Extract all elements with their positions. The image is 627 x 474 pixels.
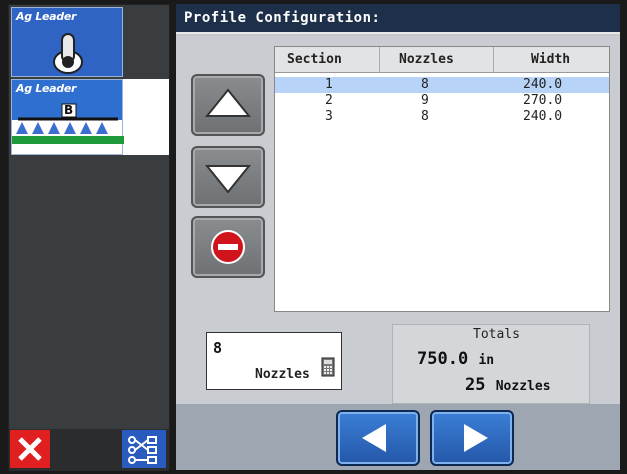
delete-section-button[interactable] [191, 216, 265, 278]
main-panel: Profile Configuration: Section Nozzles W… [176, 4, 620, 470]
totals-panel: Totals 750.0 in 25 Nozzles [392, 324, 590, 404]
page-title: Profile Configuration: [184, 10, 381, 26]
sprayer-boom-tile[interactable]: Ag Leader B [11, 79, 124, 155]
cell-section: 3 [325, 109, 333, 124]
work-area: Section Nozzles Width 1 8 240.0 2 9 270.… [176, 36, 620, 430]
configuration-schema-icon [128, 436, 157, 464]
title-bar: Profile Configuration: [176, 4, 620, 34]
arrow-right-icon [464, 424, 488, 452]
column-header-width: Width [531, 52, 571, 67]
toggle-switch-icon [53, 33, 83, 74]
delete-icon [211, 230, 245, 264]
table-row[interactable]: 3 8 240.0 [275, 109, 609, 125]
cell-section: 1 [325, 77, 333, 92]
nozzle-count-input[interactable]: 8 Nozzles [206, 332, 342, 390]
boom-badge: B [64, 103, 74, 117]
total-nozzles-unit: Nozzles [495, 379, 551, 394]
move-down-button[interactable] [191, 146, 265, 208]
totals-label: Totals [473, 327, 520, 342]
toggle-tile[interactable]: Ag Leader [11, 7, 123, 77]
cancel-button[interactable] [10, 430, 50, 468]
next-button[interactable] [430, 410, 514, 466]
table-row[interactable]: 2 9 270.0 [275, 93, 609, 109]
total-nozzles: 25 Nozzles [465, 375, 551, 395]
cell-width: 240.0 [523, 109, 563, 124]
cell-nozzles: 9 [421, 93, 429, 108]
configuration-schema-button[interactable] [122, 430, 166, 468]
table-header: Section Nozzles Width [275, 47, 609, 73]
footer-bar [176, 404, 620, 470]
column-header-section: Section [287, 52, 342, 67]
move-up-button[interactable] [191, 74, 265, 136]
close-icon [18, 437, 42, 461]
cell-nozzles: 8 [421, 77, 429, 92]
previous-button[interactable] [336, 410, 420, 466]
sprayer-boom-icon [12, 103, 124, 144]
cell-nozzles: 8 [421, 109, 429, 124]
calculator-icon [321, 357, 335, 377]
arrow-down-icon [204, 165, 252, 194]
table-row[interactable]: 1 8 240.0 [275, 77, 609, 93]
total-nozzles-value: 25 [465, 375, 486, 395]
cell-width: 240.0 [523, 77, 563, 92]
total-width-value: 750.0 [417, 349, 469, 369]
arrow-left-icon [362, 424, 386, 452]
nozzle-count-unit: Nozzles [255, 367, 310, 382]
sidebar: Ag Leader Ag Leader B [8, 4, 170, 471]
nozzle-count-value: 8 [213, 339, 223, 357]
total-width: 750.0 in [417, 349, 494, 369]
cell-section: 2 [325, 93, 333, 108]
total-width-unit: in [478, 353, 495, 368]
column-header-nozzles: Nozzles [399, 52, 454, 67]
section-table[interactable]: Section Nozzles Width 1 8 240.0 2 9 270.… [274, 46, 610, 312]
cell-width: 270.0 [523, 93, 563, 108]
arrow-up-icon [204, 88, 252, 117]
